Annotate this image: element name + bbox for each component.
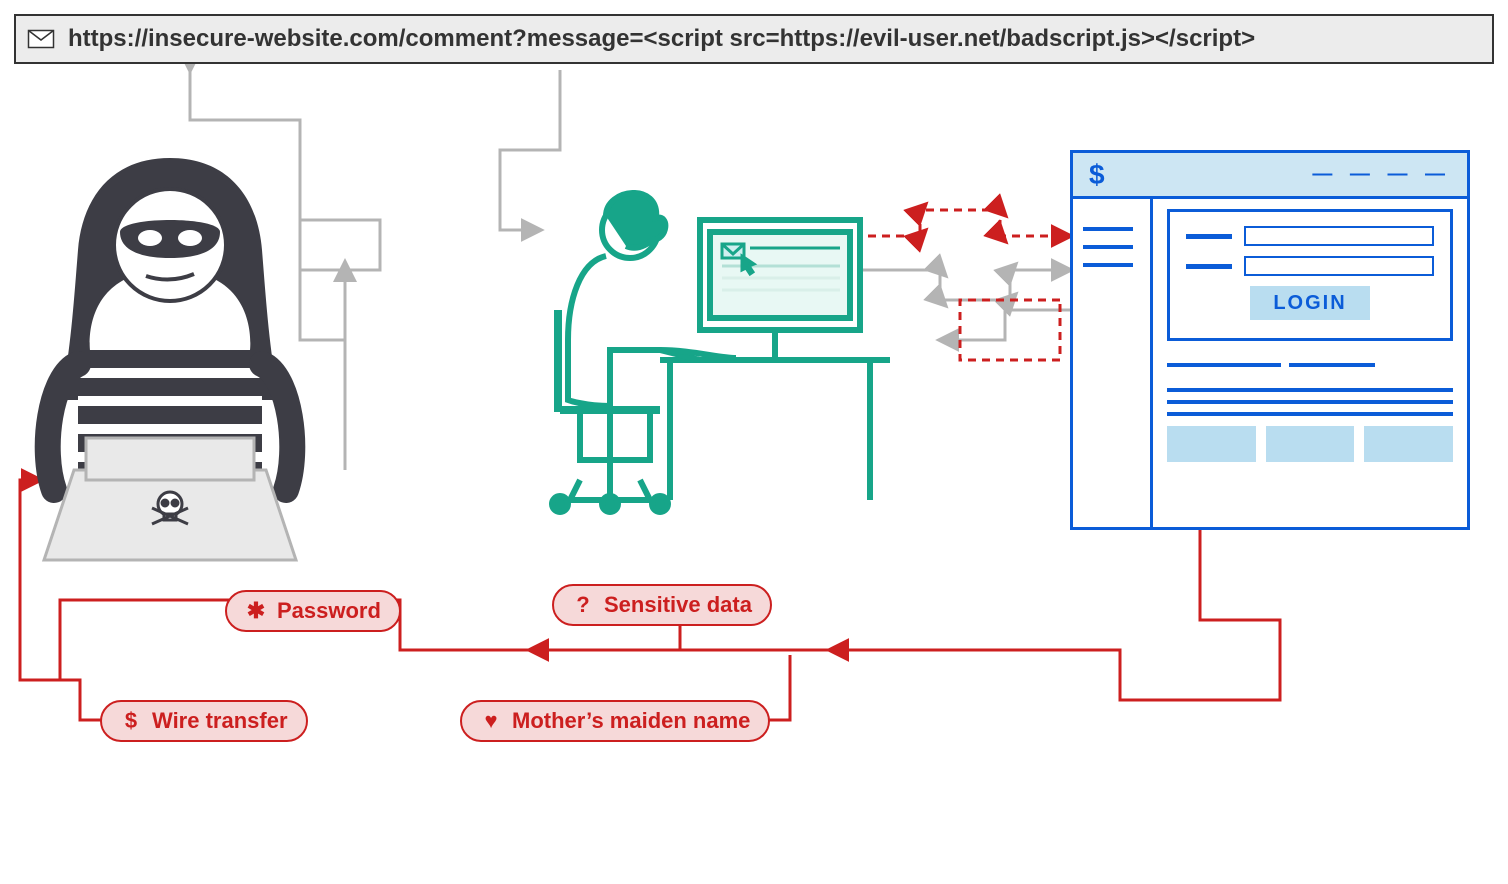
asterisk-icon: ✱ [245,598,267,624]
badge-maiden-label: Mother’s maiden name [512,708,750,734]
badge-maiden-name: ♥ Mother’s maiden name [460,700,770,742]
attacker-illustration [20,150,320,570]
username-field[interactable] [1244,226,1434,246]
badge-wire-transfer: $ Wire transfer [100,700,308,742]
bank-sidebar [1073,199,1153,527]
bank-website-mock: $ — — — — LOGIN [1070,150,1470,530]
dollar-icon: $ [1089,159,1105,191]
password-row [1186,256,1434,276]
badge-wire-label: Wire transfer [152,708,288,734]
password-field[interactable] [1244,256,1434,276]
bank-titlebar: $ — — — — [1073,153,1467,199]
badge-password-label: Password [277,598,381,624]
username-row [1186,226,1434,246]
mail-icon [28,30,54,48]
url-text: https://insecure-website.com/comment?mes… [68,25,1255,53]
content-blocks [1167,426,1453,462]
question-icon: ? [572,592,594,618]
dollar-badge-icon: $ [120,708,142,734]
login-button[interactable]: LOGIN [1250,286,1370,320]
titlebar-dashes: — — — — [1312,163,1451,186]
login-card: LOGIN [1167,209,1453,341]
badge-sensitive-data: ? Sensitive data [552,584,772,626]
victim-illustration [510,160,890,540]
badge-password: ✱ Password [225,590,401,632]
malicious-url-bar: https://insecure-website.com/comment?mes… [14,14,1494,64]
heart-icon: ♥ [480,708,502,734]
badge-sensitive-label: Sensitive data [604,592,752,618]
content-lines [1167,355,1453,416]
